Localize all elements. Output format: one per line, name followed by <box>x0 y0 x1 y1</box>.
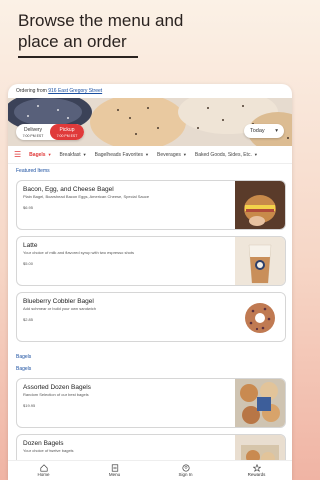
ordering-from-bar: Ordering from 916 East Gregory Street <box>8 84 292 96</box>
delivery-time: 7:00 PM EST <box>22 133 44 138</box>
item-title: Latte <box>23 242 38 249</box>
star-icon <box>252 464 261 472</box>
tab-home-label: Home <box>37 472 50 477</box>
caret-down-icon: ▼ <box>145 152 149 157</box>
ordering-from-label: Ordering from <box>16 88 47 94</box>
item-price: $19.95 <box>23 403 36 408</box>
menu-icon <box>111 464 118 472</box>
person-icon <box>181 464 190 472</box>
tab-rewards[interactable]: Rewards <box>221 461 292 480</box>
menu-item-card[interactable]: Bacon, Egg, and Cheese Bagel Plain Bagel… <box>16 180 286 230</box>
tab-sign-in-label: Sign In <box>178 472 193 477</box>
item-title: Blueberry Cobbler Bagel <box>23 298 94 305</box>
item-price: $2.85 <box>23 317 34 322</box>
delivery-label: Delivery <box>23 126 43 133</box>
dozen-bagels-photo <box>235 379 285 427</box>
headline-underline <box>18 56 138 58</box>
promo-headline: Browse the menu and place an order <box>18 11 184 51</box>
tab-home[interactable]: Home <box>8 461 79 480</box>
item-title: Dozen Bagels <box>23 440 64 447</box>
tab-rewards-label: Rewards <box>247 472 266 477</box>
caret-down-icon: ▼ <box>82 152 87 157</box>
pickup-label: Pickup <box>59 126 75 133</box>
menu-item-card[interactable]: Blueberry Cobbler Bagel Add schmear or b… <box>16 292 286 342</box>
tab-sign-in[interactable]: Sign In <box>150 461 221 480</box>
item-description: Random Selection of our best bagels <box>23 392 89 397</box>
section-bagels-sub: Bagels <box>16 366 32 372</box>
caret-down-icon: ▼ <box>182 152 187 157</box>
delivery-button[interactable]: Delivery 7:00 PM EST <box>16 124 50 140</box>
category-baked-goods[interactable]: Baked Goods, Sides, Etc. ▼ <box>195 152 258 158</box>
item-title: Assorted Dozen Bagels <box>23 384 91 391</box>
pickup-time: 7:00 PM EST <box>56 133 78 138</box>
menu-item-card[interactable]: Latte Your choice of milk and flavored s… <box>16 236 286 286</box>
bottom-tab-bar: Home Menu Sign In Rewards <box>8 460 292 480</box>
section-featured: Featured Items <box>16 168 50 174</box>
hamburger-icon[interactable]: ☰ <box>14 150 21 159</box>
home-icon <box>39 464 48 472</box>
item-title: Bacon, Egg, and Cheese Bagel <box>23 186 114 193</box>
hero-banner: Delivery 7:00 PM EST Pickup 7:00 PM EST … <box>8 98 292 146</box>
item-description: Your choice of milk and flavored syrup w… <box>23 250 135 255</box>
app-screen: Ordering from 916 East Gregory Street De… <box>8 84 292 480</box>
sandwich-photo <box>235 181 285 229</box>
item-description: Add schmear or build your own sandwich <box>23 306 96 311</box>
item-price: $6.95 <box>23 205 34 210</box>
category-favorites[interactable]: Bagelheads Favorites ▼ <box>95 152 149 158</box>
blueberry-bagel-photo <box>235 293 285 341</box>
order-mode-toggle: Delivery 7:00 PM EST Pickup 7:00 PM EST <box>16 124 84 140</box>
section-bagels: Bagels <box>16 354 32 360</box>
ordering-address-link[interactable]: 916 East Gregory Street <box>48 88 102 94</box>
item-price: $5.00 <box>23 261 34 266</box>
pickup-button[interactable]: Pickup 7:00 PM EST <box>50 124 84 140</box>
caret-down-icon: ▼ <box>47 152 52 157</box>
tab-menu[interactable]: Menu <box>79 461 150 480</box>
tab-menu-label: Menu <box>108 472 121 477</box>
menu-item-card[interactable]: Assorted Dozen Bagels Random Selection o… <box>16 378 286 428</box>
chevron-down-icon: ▾ <box>275 128 278 134</box>
latte-photo <box>235 237 285 285</box>
caret-down-icon: ▼ <box>253 152 258 157</box>
item-description: Plain Bagel, Boarshead Bacon Eggs, Ameri… <box>23 194 150 199</box>
category-beverages[interactable]: Beverages ▼ <box>157 152 187 158</box>
category-nav: ☰ Bagels ▼ Breakfast ▼ Bagelheads Favorite… <box>8 146 292 164</box>
category-bagels[interactable]: Bagels ▼ <box>29 152 51 158</box>
item-description: Your choice of twelve bagels <box>23 448 74 453</box>
category-breakfast[interactable]: Breakfast ▼ <box>60 152 87 158</box>
day-select[interactable]: Today ▾ <box>244 124 284 138</box>
day-select-value: Today <box>250 128 265 134</box>
